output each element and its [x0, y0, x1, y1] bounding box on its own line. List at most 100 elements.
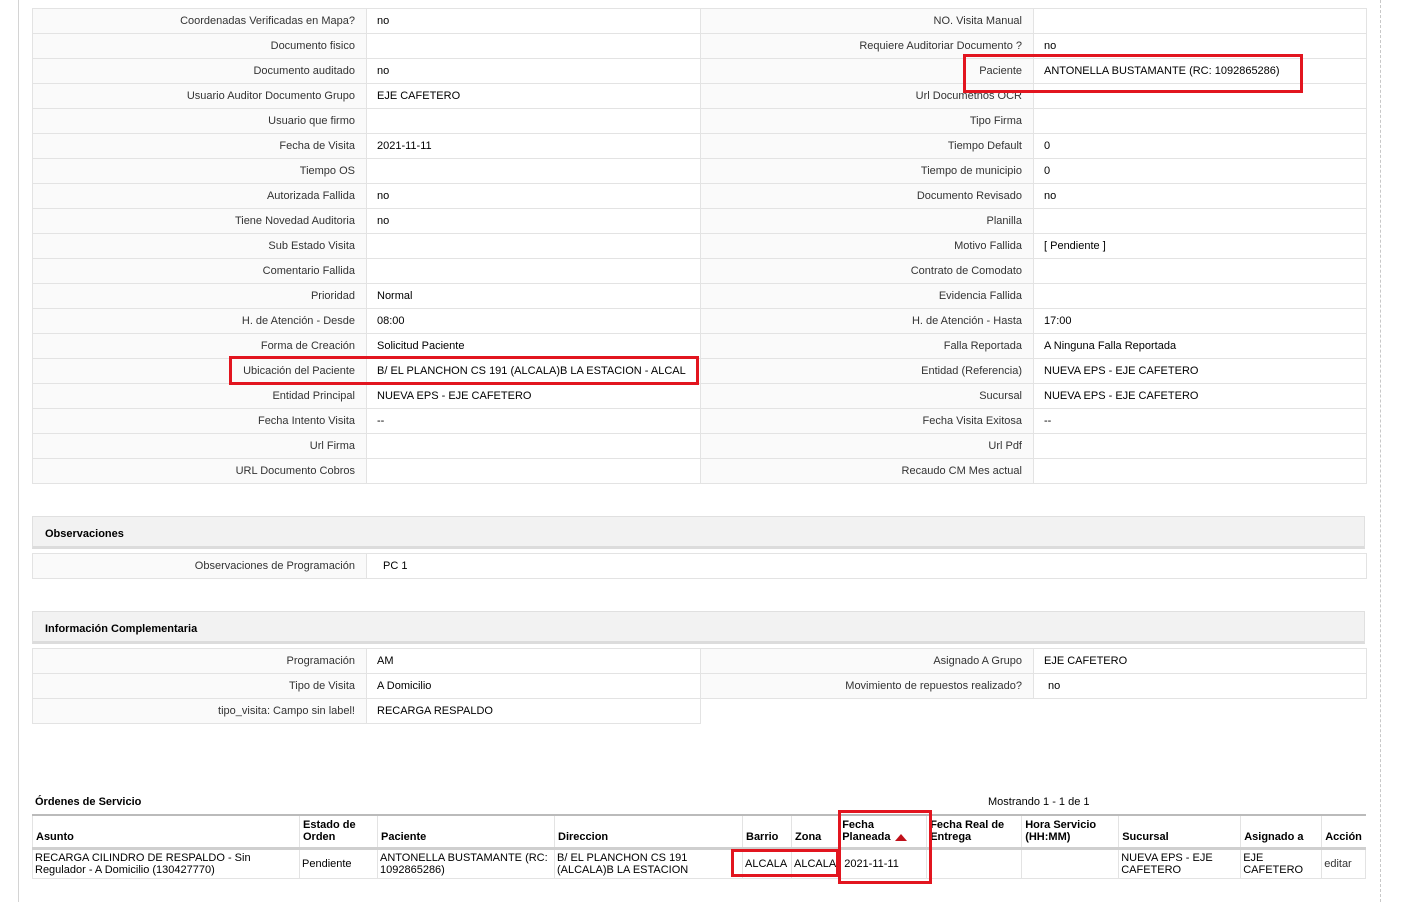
order-fecha-planeada: 2021-11-11: [838, 848, 928, 879]
info-value: AM: [366, 648, 701, 674]
detail-value: [366, 458, 701, 484]
detail-value: [366, 33, 701, 59]
col-asunto[interactable]: Asunto: [32, 814, 300, 850]
detail-row: Sub Estado Visita Motivo Fallida[ Pendien…: [32, 233, 1367, 259]
detail-row: Usuario que firmo Tipo Firma: [32, 108, 1367, 134]
detail-value: [ Pendiente ]: [1033, 233, 1367, 259]
detail-label: Tipo Firma: [700, 108, 1034, 134]
detail-label: Fecha de Visita: [32, 133, 367, 159]
detail-row: Documento fisico Requiere Auditoriar Docu…: [32, 33, 1367, 59]
detail-label: H. de Atención - Hasta: [700, 308, 1034, 334]
order-asignado: EJE CAFETERO: [1240, 848, 1323, 879]
detail-label: Usuario que firmo: [32, 108, 367, 134]
detail-label: Tiempo OS: [32, 158, 367, 184]
detail-value: [1033, 433, 1367, 459]
detail-label: Planilla: [700, 208, 1034, 234]
detail-value: [366, 233, 701, 259]
info-label: tipo_visita: Campo sin label!: [32, 698, 367, 724]
detail-row: Coordenadas Verificadas en Mapa? no NO. Vi…: [32, 8, 1367, 34]
order-zona: ALCALA: [790, 848, 840, 879]
detail-value: [366, 433, 701, 459]
col-asignado[interactable]: Asignado a: [1240, 814, 1322, 850]
detail-label: Coordenadas Verificadas en Mapa?: [32, 8, 367, 34]
detail-label: Entidad (Referencia): [700, 358, 1034, 384]
order-estado: Pendiente: [299, 848, 378, 879]
info-complementaria-header: Información Complementaria: [32, 611, 1365, 644]
info-complementaria-title: Información Complementaria: [45, 623, 198, 635]
detail-label: Sucursal: [700, 383, 1034, 409]
info-row: Tipo de Visita A Domicilio Movimiento de…: [32, 673, 1367, 699]
order-sucursal: NUEVA EPS - EJE CAFETERO: [1118, 848, 1242, 879]
col-direccion[interactable]: Direccion: [554, 814, 743, 850]
visit-detail-body: Coordenadas Verificadas en Mapa? no NO. Vi…: [32, 8, 1367, 484]
detail-label: H. de Atención - Desde: [32, 308, 367, 334]
col-hora-servicio[interactable]: Hora Servicio (HH:MM): [1021, 814, 1119, 850]
detail-label: Url Documetnos OCR: [700, 83, 1034, 109]
col-fecha-real[interactable]: Fecha Real de Entrega: [926, 814, 1022, 850]
observaciones-row: Observaciones de Programación PC 1: [32, 553, 1367, 579]
detail-value: ANTONELLA BUSTAMANTE (RC: 1092865286): [1033, 58, 1367, 84]
detail-label: Entidad Principal: [32, 383, 367, 409]
col-paciente[interactable]: Paciente: [377, 814, 555, 850]
detail-value: NUEVA EPS - EJE CAFETERO: [1033, 358, 1367, 384]
edit-link[interactable]: editar: [1321, 848, 1367, 879]
info-value: EJE CAFETERO: [1033, 648, 1367, 674]
detail-value: --: [1033, 408, 1367, 434]
detail-value: 08:00: [366, 308, 701, 334]
detail-value: no: [366, 208, 701, 234]
info-empty-cell: [1034, 699, 1367, 724]
detail-row: Documento auditado no Paciente ANTONELLA BU…: [32, 58, 1367, 84]
detail-row: Entidad Principal NUEVA EPS - EJE CAFETER…: [32, 383, 1367, 409]
detail-value: 0: [1033, 133, 1367, 159]
detail-label: Paciente: [700, 58, 1034, 84]
detail-row: Ubicación del Paciente B/ EL PLANCHON CS …: [32, 358, 1367, 384]
detail-label: URL Documento Cobros: [32, 458, 367, 484]
detail-value: A Ninguna Falla Reportada: [1033, 333, 1367, 359]
detail-label: Motivo Fallida: [700, 233, 1034, 259]
col-fecha-planeada-label: Fecha Planeada: [842, 819, 891, 843]
detail-value: [1033, 283, 1367, 309]
detail-label: Prioridad: [32, 283, 367, 309]
detail-label: Ubicación del Paciente: [32, 358, 367, 384]
detail-value: no: [1033, 183, 1367, 209]
col-fecha-planeada[interactable]: Fecha Planeada: [838, 814, 927, 850]
detail-value: NUEVA EPS - EJE CAFETERO: [366, 383, 701, 409]
info-row: Programación AM Asignado A Grupo EJE CAF…: [32, 648, 1367, 674]
col-zona[interactable]: Zona: [790, 814, 839, 850]
detail-label: Requiere Auditoriar Documento ?: [700, 33, 1034, 59]
detail-value: [1033, 108, 1367, 134]
order-asunto: RECARGA CILINDRO DE RESPALDO - Sin Regul…: [32, 848, 300, 879]
col-estado[interactable]: Estado de Orden: [299, 814, 378, 850]
detail-label: Comentario Fallida: [32, 258, 367, 284]
info-value: no: [1033, 673, 1367, 699]
col-sucursal[interactable]: Sucursal: [1118, 814, 1241, 850]
detail-value: NUEVA EPS - EJE CAFETERO: [1033, 383, 1367, 409]
detail-label: Documento fisico: [32, 33, 367, 59]
orders-title: Órdenes de Servicio: [35, 796, 142, 808]
detail-label: Tiempo Default: [700, 133, 1034, 159]
detail-row: Fecha de Visita 2021-11-11 Tiempo Default 0: [32, 133, 1367, 159]
detail-label: Recaudo CM Mes actual: [700, 458, 1034, 484]
detail-value: [366, 258, 701, 284]
detail-value: no: [366, 8, 701, 34]
detail-value: Solicitud Paciente: [366, 333, 701, 359]
orders-header-row: Asunto Estado de Orden Paciente Direccio…: [32, 814, 1366, 850]
col-barrio[interactable]: Barrio: [742, 814, 792, 850]
detail-label: Url Pdf: [700, 433, 1034, 459]
detail-value: [1033, 208, 1367, 234]
detail-label: NO. Visita Manual: [700, 8, 1034, 34]
table-row: RECARGA CILINDRO DE RESPALDO - Sin Regul…: [32, 848, 1367, 879]
page-left-border: [18, 0, 19, 902]
info-label: Asignado A Grupo: [700, 648, 1034, 674]
detail-value: no: [366, 58, 701, 84]
order-barrio: ALCALA: [742, 848, 792, 879]
observaciones-title: Observaciones: [45, 528, 124, 540]
detail-value: --: [366, 408, 701, 434]
detail-row: Usuario Auditor Documento Grupo EJE CAFET…: [32, 83, 1367, 109]
observaciones-value: PC 1: [366, 553, 1367, 579]
detail-label: Fecha Visita Exitosa: [700, 408, 1034, 434]
detail-value: [1033, 8, 1367, 34]
detail-value: 17:00: [1033, 308, 1367, 334]
detail-label: Contrato de Comodato: [700, 258, 1034, 284]
page-right-border: [1380, 0, 1381, 902]
